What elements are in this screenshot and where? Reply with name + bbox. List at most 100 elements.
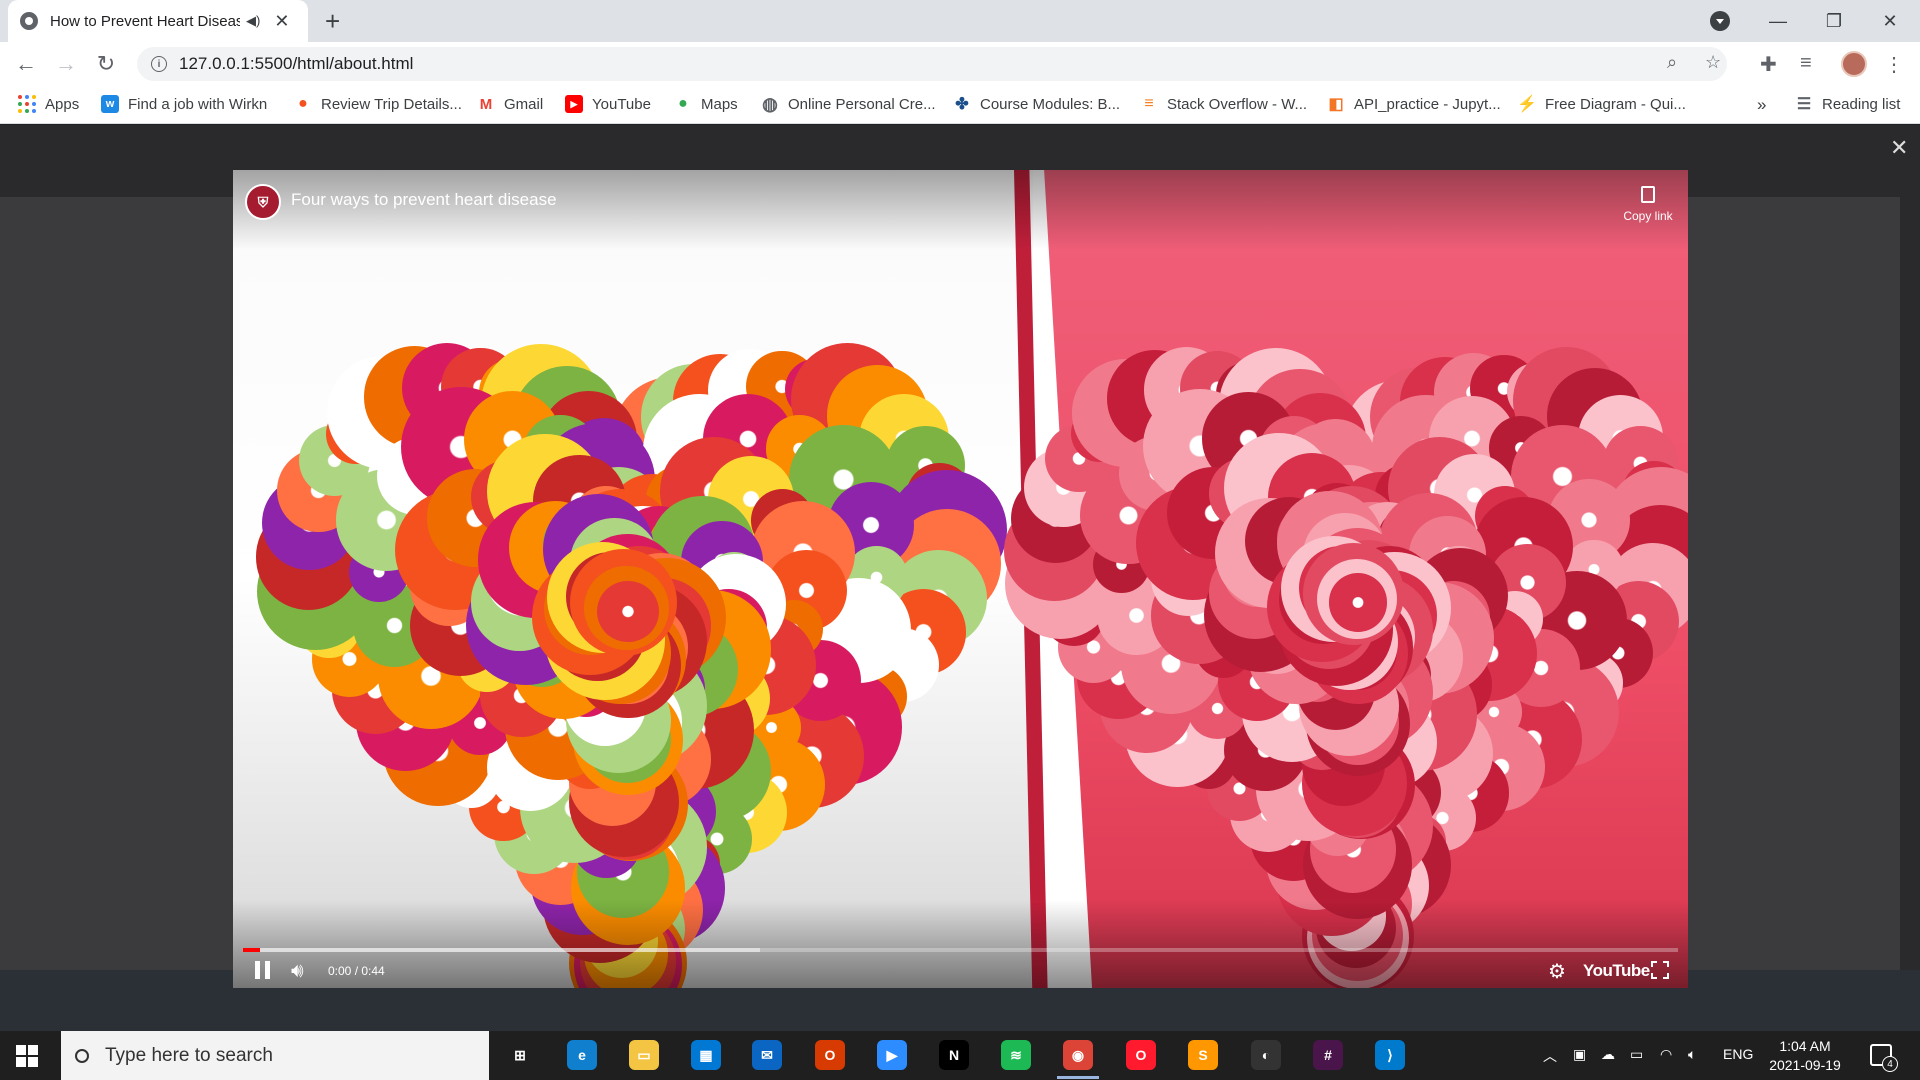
volume-icon[interactable]: 🔊︎ — [291, 960, 304, 983]
bookmark-label: Maps — [701, 95, 738, 113]
window-close-button[interactable]: ✕ — [1862, 0, 1918, 42]
bookmark-item[interactable]: w Find a job with Wirkn — [101, 95, 267, 113]
notification-icon[interactable]: 4 — [1870, 1044, 1898, 1072]
reading-list-icon: ☰ — [1796, 96, 1812, 113]
bookmark-item[interactable]: ◧ API_practice - Jupyt... — [1327, 95, 1501, 114]
menu-dots-icon[interactable]: ⋮ — [1884, 52, 1904, 77]
pause-button[interactable] — [255, 961, 275, 983]
office-icon[interactable]: O — [815, 1040, 845, 1070]
search-icon — [75, 1048, 89, 1063]
diagram-icon: ⚡ — [1517, 96, 1537, 113]
browser-toolbar: ← → ↻ i 127.0.0.1:5500/html/about.html ⌕… — [0, 42, 1920, 86]
bookmark-item[interactable]: ● Review Trip Details... — [294, 95, 462, 113]
forward-button[interactable]: → — [50, 48, 82, 80]
minimize-button[interactable]: — — [1750, 0, 1806, 42]
bookmark-label: Stack Overflow - W... — [1167, 95, 1308, 113]
browser-tab-strip: How to Prevent Heart Disease ◀) ✕ + — ❐ … — [0, 0, 1920, 42]
new-tab-button[interactable]: + — [325, 6, 340, 37]
volume-tray-icon[interactable]: 🔈︎ — [1688, 1046, 1696, 1063]
taskbar-clock[interactable]: 1:04 AM 2021-09-19 — [1760, 1037, 1850, 1075]
bookmark-label: Online Personal Cre... — [788, 95, 936, 113]
tab-search-icon[interactable] — [1710, 11, 1730, 31]
bookmark-item[interactable]: ◍ Online Personal Cre... — [761, 94, 936, 114]
mail-icon[interactable]: ✉ — [752, 1040, 782, 1070]
profile-avatar[interactable] — [1841, 51, 1867, 77]
opera-icon[interactable]: O — [1126, 1040, 1156, 1070]
extensions-icon[interactable]: ✚ — [1760, 52, 1777, 77]
bookmark-item[interactable]: ✤ Course Modules: B... — [953, 95, 1121, 114]
reload-button[interactable]: ↻ — [90, 48, 122, 80]
copy-link-button[interactable]: Copy link — [1613, 182, 1683, 223]
site-info-icon[interactable]: i — [151, 56, 167, 72]
alienware-icon[interactable]: ◐ — [1251, 1040, 1281, 1070]
media-control-icon[interactable]: ≡ — [1800, 52, 1812, 75]
slack-icon[interactable]: # — [1313, 1040, 1343, 1070]
youtube-logo[interactable]: YouTube — [1583, 961, 1650, 981]
zoom-icon[interactable]: ⌕ — [1667, 52, 1677, 73]
browser-tab-active[interactable]: How to Prevent Heart Disease ◀) ✕ — [8, 0, 308, 42]
netflix-icon[interactable]: N — [939, 1040, 969, 1070]
globe-icon — [20, 12, 38, 30]
video-controls-bar — [233, 900, 1688, 988]
sublime-icon[interactable]: S — [1188, 1040, 1218, 1070]
bookmark-label: Free Diagram - Qui... — [1545, 95, 1686, 113]
page-scrollbar[interactable] — [1900, 125, 1920, 970]
bookmark-item[interactable]: M Gmail — [477, 95, 543, 113]
task-view-icon[interactable]: ⊞ — [505, 1040, 535, 1070]
map-pin-icon: ● — [298, 95, 308, 112]
file-explorer-icon[interactable]: ▭ — [629, 1040, 659, 1070]
restore-button[interactable]: ❐ — [1806, 0, 1862, 42]
wifi-icon[interactable]: ◠ — [1660, 1046, 1672, 1063]
back-button[interactable]: ← — [10, 48, 42, 80]
fruit-slice — [597, 581, 659, 643]
battery-icon[interactable]: ▭ — [1630, 1046, 1643, 1063]
bookmark-item[interactable]: ▶ YouTube — [565, 95, 651, 113]
tray-chevron-icon[interactable]: ︿ — [1543, 1046, 1557, 1066]
onedrive-icon[interactable]: ☁ — [1601, 1046, 1615, 1063]
reading-list-label: Reading list — [1822, 95, 1901, 113]
video-title[interactable]: Four ways to prevent heart disease — [291, 190, 557, 210]
settings-gear-icon[interactable]: ⚙ — [1548, 959, 1566, 984]
clock-date: 2021-09-19 — [1769, 1057, 1841, 1073]
taskbar-search-placeholder: Type here to search — [105, 1044, 273, 1066]
bookmark-item[interactable]: ● Maps — [674, 95, 738, 113]
apps-grid-icon — [18, 95, 36, 113]
bookmark-label: Course Modules: B... — [980, 95, 1121, 113]
tab-close-button[interactable]: ✕ — [274, 11, 289, 32]
bookmarks-bar: Apps w Find a job with Wirkn ● Review Trip… — [0, 86, 1920, 124]
modal-close-icon[interactable]: ✕ — [1890, 135, 1908, 161]
taskbar-search-box[interactable]: Type here to search — [61, 1031, 489, 1080]
reading-list-button[interactable]: ☰ Reading list — [1795, 95, 1901, 114]
youtube-icon: ▶ — [565, 95, 583, 113]
video-top-bar — [233, 170, 1688, 250]
reload-icon: ↻ — [96, 51, 116, 76]
maps-icon: ● — [678, 95, 688, 112]
language-indicator[interactable]: ENG — [1723, 1046, 1753, 1062]
edge-icon[interactable]: e — [567, 1040, 597, 1070]
bookmark-item[interactable]: ≡ Stack Overflow - W... — [1140, 95, 1307, 113]
bookmark-item[interactable]: ⚡ Free Diagram - Qui... — [1517, 95, 1686, 114]
copy-link-label: Copy link — [1623, 209, 1673, 223]
url-text[interactable]: 127.0.0.1:5500/html/about.html — [179, 54, 413, 74]
bookmark-label: API_practice - Jupyt... — [1354, 95, 1501, 113]
store-icon[interactable]: ▦ — [691, 1040, 721, 1070]
more-bookmarks-button[interactable]: » — [1757, 95, 1766, 115]
spotify-icon[interactable]: ≋ — [1001, 1040, 1031, 1070]
bookmark-star-icon[interactable]: ☆ — [1705, 52, 1721, 73]
zoom-icon[interactable]: ▶ — [877, 1040, 907, 1070]
video-player[interactable]: ⛨ Four ways to prevent heart disease Cop… — [233, 170, 1688, 988]
fullscreen-icon[interactable] — [1651, 961, 1669, 979]
video-progress-bar[interactable] — [243, 948, 1678, 952]
vscode-icon[interactable]: ⟩ — [1375, 1040, 1405, 1070]
chrome-icon[interactable]: ◉ — [1057, 1040, 1099, 1079]
bookmark-apps[interactable]: Apps — [18, 95, 79, 113]
tab-title: How to Prevent Heart Disease — [50, 12, 240, 30]
meet-now-icon[interactable]: ▣ — [1573, 1046, 1586, 1063]
channel-logo[interactable]: ⛨ — [245, 184, 281, 220]
bookmark-label: Find a job with Wirkn — [128, 95, 268, 113]
bookmark-label: Review Trip Details... — [321, 95, 462, 113]
address-bar[interactable]: i 127.0.0.1:5500/html/about.html ⌕ ☆ — [137, 47, 1727, 81]
speaker-icon[interactable]: ◀) — [246, 13, 260, 29]
windows-start-icon[interactable] — [16, 1045, 38, 1067]
jupyter-icon: ◧ — [1328, 96, 1344, 113]
